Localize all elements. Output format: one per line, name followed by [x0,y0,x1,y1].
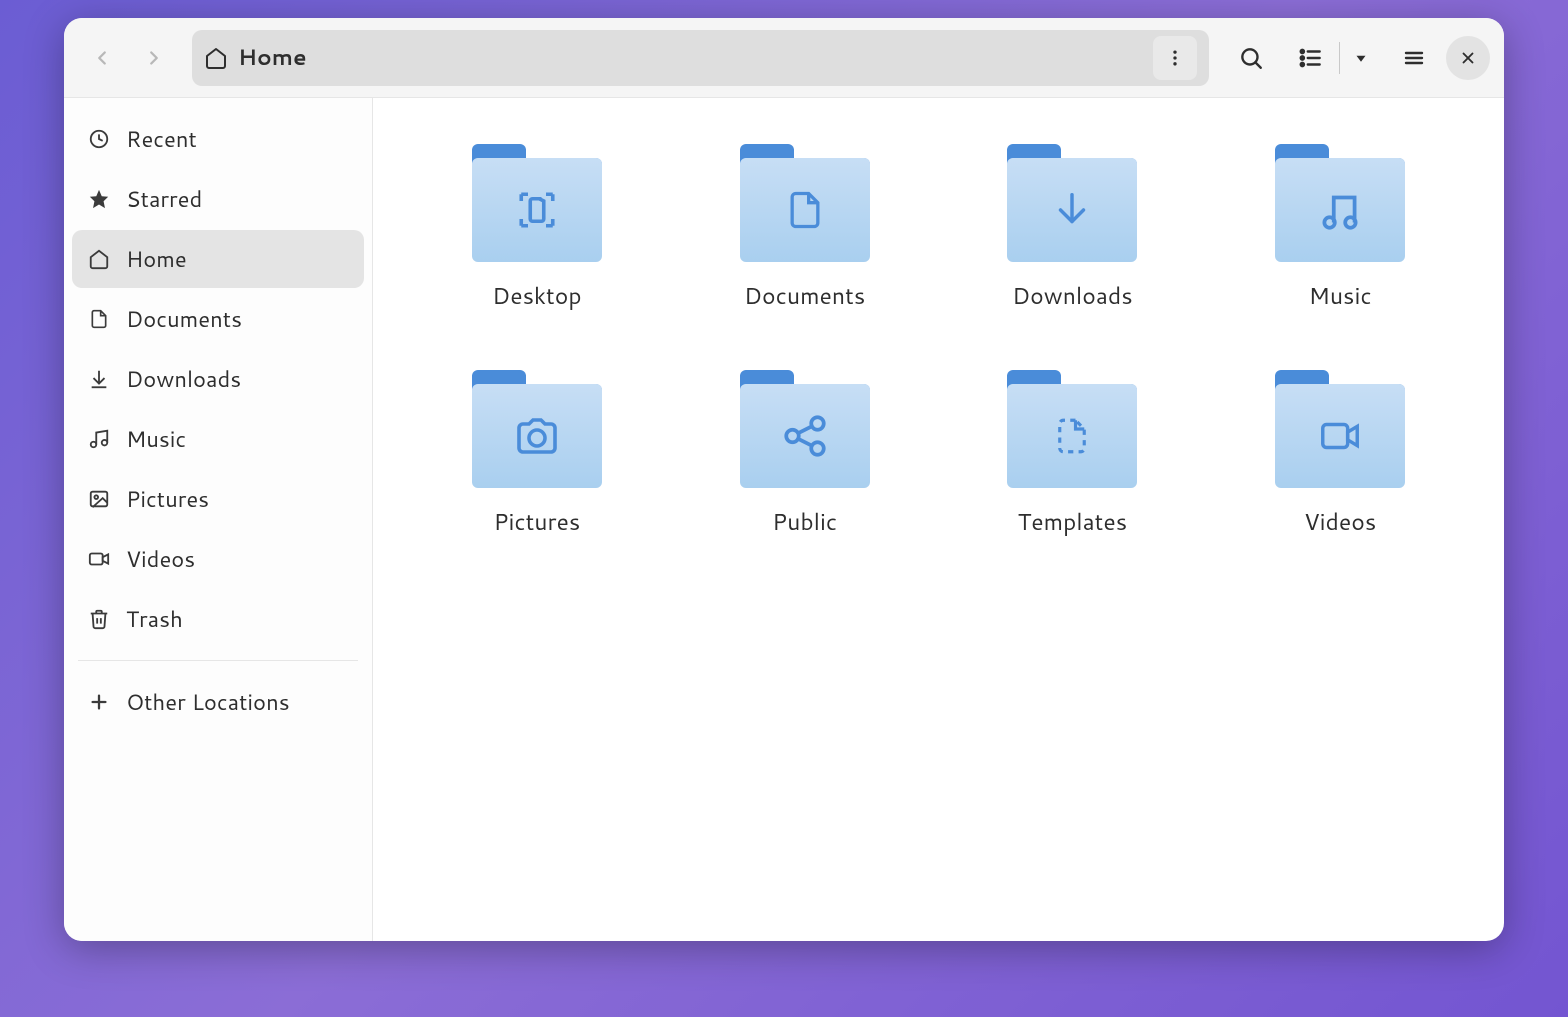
file-item-downloads[interactable]: Downloads [959,138,1187,324]
hamburger-icon [1402,46,1426,70]
sidebar-item-label: Recent [126,124,197,155]
view-divider [1339,42,1340,74]
sidebar-item-label: Trash [126,604,183,635]
folder-icon [1275,144,1405,262]
chevron-right-icon [143,47,165,69]
sidebar-item-pictures[interactable]: Pictures [72,470,364,528]
plus-icon [86,691,112,713]
sidebar-item-videos[interactable]: Videos [72,530,364,588]
sidebar-item-other-locations[interactable]: Other Locations [72,673,364,731]
file-grid: Desktop Documents Downloads Music Pictur… [423,138,1454,550]
sidebar-item-label: Videos [126,544,195,575]
home-icon [86,248,112,270]
path-crumb-home[interactable]: Home [204,42,307,73]
chevron-left-icon [91,47,113,69]
sidebar-item-label: Music [126,424,186,455]
folder-icon [472,370,602,488]
search-button[interactable] [1227,32,1275,84]
file-item-pictures[interactable]: Pictures [423,364,651,550]
headerbar: Home [64,18,1504,98]
forward-button[interactable] [130,32,178,84]
file-item-music[interactable]: Music [1226,138,1454,324]
view-dropdown-button[interactable] [1344,32,1378,84]
file-label: Music [1309,280,1372,312]
sidebar-item-label: Starred [126,184,202,215]
file-label: Videos [1304,506,1376,538]
picture-icon [86,488,112,510]
list-icon [1298,45,1324,71]
sidebar-separator [78,660,358,661]
sidebar-item-starred[interactable]: Starred [72,170,364,228]
folder-icon [740,370,870,488]
sidebar-item-label: Other Locations [126,687,290,718]
clock-icon [86,128,112,150]
sidebar-item-label: Documents [126,304,242,335]
sidebar-item-downloads[interactable]: Downloads [72,350,364,408]
sidebar-item-music[interactable]: Music [72,410,364,468]
hamburger-menu-button[interactable] [1390,32,1438,84]
sidebar-item-label: Pictures [126,484,209,515]
file-label: Templates [1018,506,1128,538]
sidebar-item-trash[interactable]: Trash [72,590,364,648]
sidebar-item-home[interactable]: Home [72,230,364,288]
kebab-icon [1165,48,1185,68]
path-menu-button[interactable] [1153,36,1197,80]
music-icon [86,428,112,450]
folder-icon [1007,370,1137,488]
sidebar-item-recent[interactable]: Recent [72,110,364,168]
file-label: Documents [744,280,865,312]
file-item-documents[interactable]: Documents [691,138,919,324]
file-item-templates[interactable]: Templates [959,364,1187,550]
folder-icon [1275,370,1405,488]
sidebar-item-label: Downloads [126,364,241,395]
content-area[interactable]: Desktop Documents Downloads Music Pictur… [373,98,1504,941]
file-label: Pictures [493,506,580,538]
video-icon [86,548,112,570]
document-icon [86,308,112,330]
file-label: Public [772,506,837,538]
search-icon [1238,45,1264,71]
pathbar[interactable]: Home [192,30,1209,86]
download-icon [86,368,112,390]
folder-icon [472,144,602,262]
sidebar: Recent Starred Home Documents Downloads … [64,98,373,941]
file-manager-window: Home [64,18,1504,941]
list-view-button[interactable] [1287,32,1335,84]
sidebar-item-documents[interactable]: Documents [72,290,364,348]
file-item-desktop[interactable]: Desktop [423,138,651,324]
close-icon [1459,49,1477,67]
home-icon [204,46,228,70]
file-label: Downloads [1012,280,1132,312]
path-label: Home [238,42,307,73]
folder-icon [740,144,870,262]
star-icon [86,188,112,210]
file-item-videos[interactable]: Videos [1226,364,1454,550]
folder-icon [1007,144,1137,262]
trash-icon [86,608,112,630]
close-button[interactable] [1446,36,1490,80]
caret-down-icon [1352,49,1370,67]
file-label: Desktop [492,280,581,312]
view-switcher [1287,32,1378,84]
back-button[interactable] [78,32,126,84]
file-item-public[interactable]: Public [691,364,919,550]
sidebar-item-label: Home [126,244,187,275]
